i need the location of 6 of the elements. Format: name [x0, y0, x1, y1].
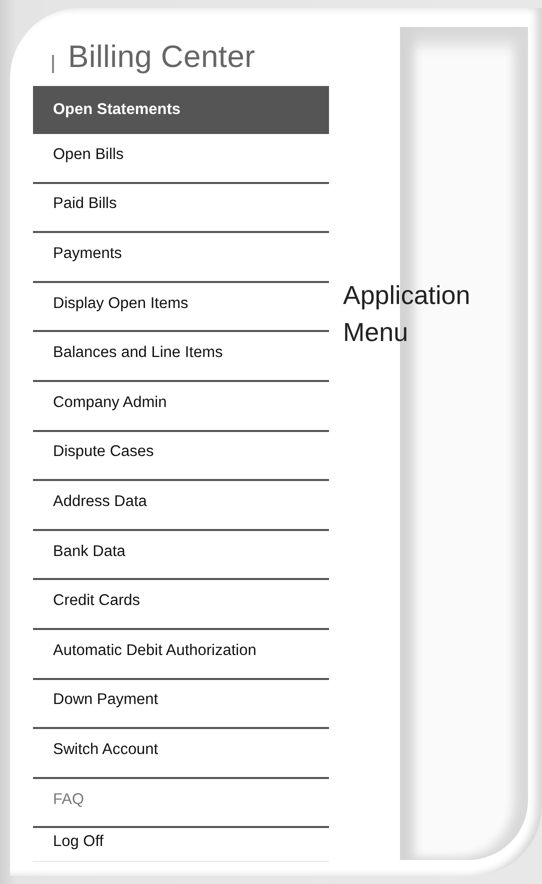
app-title: Billing Center	[68, 38, 256, 74]
menu-item[interactable]: Paid Bills	[33, 184, 329, 234]
menu-item[interactable]: Dispute Cases	[33, 432, 329, 482]
callout-label: Application Menu	[343, 279, 472, 349]
menu-item[interactable]: Open Statements	[33, 86, 329, 134]
menu-item[interactable]: Down Payment	[33, 680, 329, 730]
